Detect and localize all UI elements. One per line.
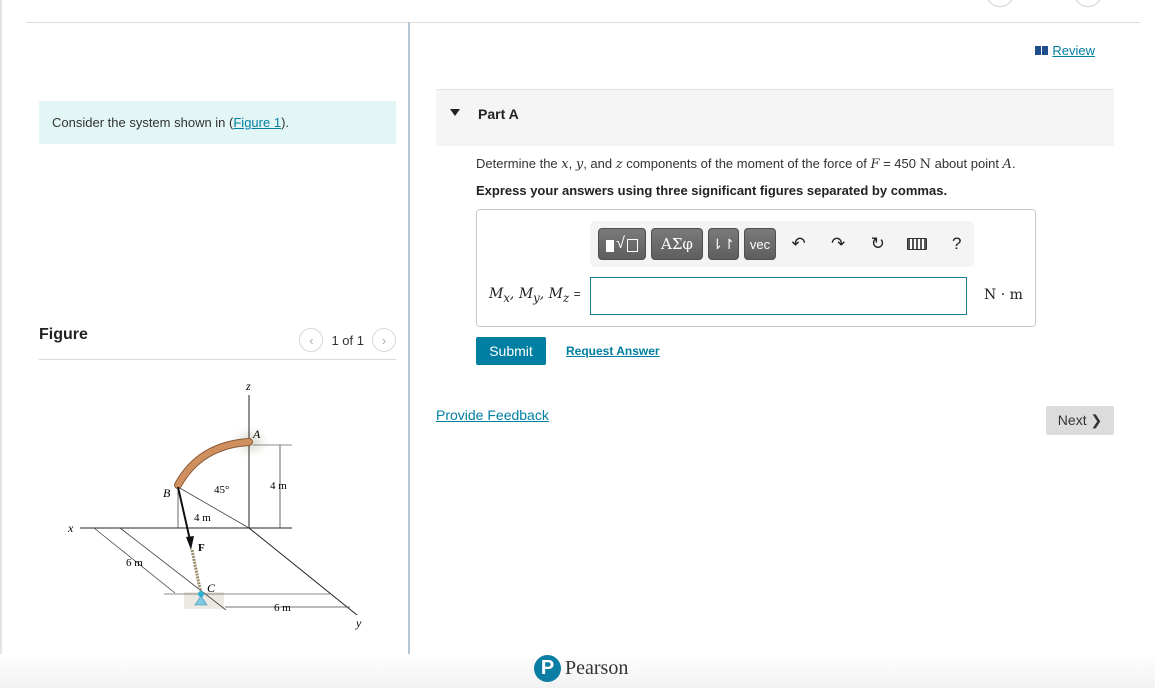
request-answer-link[interactable]: Request Answer: [566, 344, 660, 358]
figure-counter: 1 of 1: [331, 332, 364, 348]
var-x: x: [561, 157, 569, 172]
pearson-brand: Pearson: [565, 657, 629, 679]
pearson-logo: P Pearson: [534, 655, 628, 682]
sub-z: z: [563, 290, 570, 305]
answer-area: √ ΑΣφ ⇂↾ vec ↶ ↷ ↻ ? Mx, My, Mz = N · m: [476, 209, 1036, 327]
top-divider: [26, 22, 1140, 23]
prev-question-button[interactable]: ‹: [986, 0, 1014, 7]
answer-label: Mx, My, Mz =: [489, 286, 581, 305]
label-c: C: [207, 581, 216, 595]
figure-link[interactable]: Figure 1: [233, 115, 281, 130]
prev-figure-button[interactable]: ‹: [299, 328, 324, 352]
answer-input[interactable]: [590, 277, 967, 315]
intro-text: Consider the system shown in (: [52, 115, 234, 130]
question-prompt: Determine the x, y, and z components of …: [476, 156, 1016, 172]
keyboard-button[interactable]: [900, 228, 935, 260]
problem-intro: Consider the system shown in (Figure 1).: [39, 101, 396, 144]
redo-icon[interactable]: ↷: [821, 228, 856, 260]
next-figure-button[interactable]: ›: [372, 328, 396, 352]
reference-line: [119, 527, 227, 611]
y-axis: [248, 527, 358, 616]
answer-unit: N · m: [984, 287, 1023, 303]
label-dim-ab: 4 m: [194, 512, 211, 524]
column-divider: [408, 22, 410, 654]
label-dim-y: 6 m: [274, 602, 291, 614]
provide-feedback-link[interactable]: Provide Feedback: [436, 407, 549, 423]
templates-icon: √: [606, 236, 638, 252]
vector-button[interactable]: vec: [743, 228, 777, 260]
figure-diagram[interactable]: z x y A B C F 45° 4 m 4 m 6 m 6 m: [60, 375, 380, 630]
sub-y: y: [533, 290, 540, 305]
var-y: y: [575, 157, 584, 172]
question-counter: 3 of 25: [1024, 0, 1064, 1]
keyboard-icon: [907, 238, 928, 250]
prompt-text: Determine the: [476, 156, 562, 171]
submit-button[interactable]: Submit: [476, 337, 546, 365]
undo-icon[interactable]: ↶: [781, 228, 816, 260]
sub-x: x: [503, 290, 510, 305]
point-a: A: [1002, 157, 1012, 172]
review-label: Review: [1052, 43, 1095, 58]
intro-suffix: ).: [281, 115, 290, 130]
label-a: A: [252, 427, 261, 441]
m-y: M: [518, 286, 534, 302]
label-y: y: [355, 616, 362, 630]
m-x: M: [489, 286, 504, 302]
arrows-button[interactable]: ⇂↾: [707, 228, 739, 260]
figure-title: Figure: [39, 326, 88, 343]
label-dim-height: 4 m: [270, 480, 287, 492]
collapse-triangle-icon[interactable]: [450, 109, 460, 116]
label-x: x: [67, 521, 74, 535]
book-icon: [1035, 46, 1049, 55]
window-edge: [0, 0, 2, 688]
equals-sign: =: [573, 287, 581, 301]
chevron-right-icon: ›: [1085, 0, 1090, 1]
diagram-svg: z x y A B C F 45° 4 m 4 m 6 m 6 m: [67, 379, 362, 630]
label-f: F: [198, 542, 205, 554]
next-question-button[interactable]: ›: [1073, 0, 1102, 7]
greek-symbols-button[interactable]: ΑΣφ: [651, 228, 703, 260]
prompt-point: about point: [930, 156, 1003, 171]
pearson-logo-icon: P: [534, 655, 561, 682]
chevron-left-icon: ‹: [998, 0, 1003, 1]
figure-pager: ‹ 1 of 1 ›: [299, 328, 396, 352]
question-pager: ‹ 3 of 25 ›: [986, 0, 1102, 8]
chevron-left-icon: ‹: [309, 332, 314, 348]
figure-header: Figure ‹ 1 of 1 ›: [39, 326, 396, 360]
math-toolbar: √ ΑΣφ ⇂↾ vec ↶ ↷ ↻ ?: [590, 221, 974, 267]
var-z: z: [615, 157, 623, 172]
label-b: B: [163, 486, 171, 500]
label-z: z: [245, 379, 251, 393]
force-vector: [177, 486, 191, 541]
label-dim-x: 6 m: [126, 557, 143, 569]
force-arrowhead: [186, 536, 194, 550]
force-unit: N: [919, 157, 931, 172]
part-title: Part A: [478, 106, 519, 122]
label-angle: 45°: [214, 484, 229, 496]
help-icon[interactable]: ?: [939, 228, 974, 260]
prompt-mid: components of the moment of the force of: [622, 156, 871, 171]
m-z: M: [548, 286, 564, 302]
instruction: Express your answers using three signifi…: [476, 183, 948, 198]
templates-button[interactable]: √: [598, 228, 647, 260]
chevron-right-icon: ›: [381, 332, 387, 348]
review-link[interactable]: Review: [1035, 43, 1095, 58]
reset-icon[interactable]: ↻: [860, 228, 895, 260]
next-button[interactable]: Next ❯: [1046, 406, 1114, 435]
part-a-header[interactable]: Part A: [436, 89, 1114, 146]
force-value: = 450: [879, 156, 920, 171]
